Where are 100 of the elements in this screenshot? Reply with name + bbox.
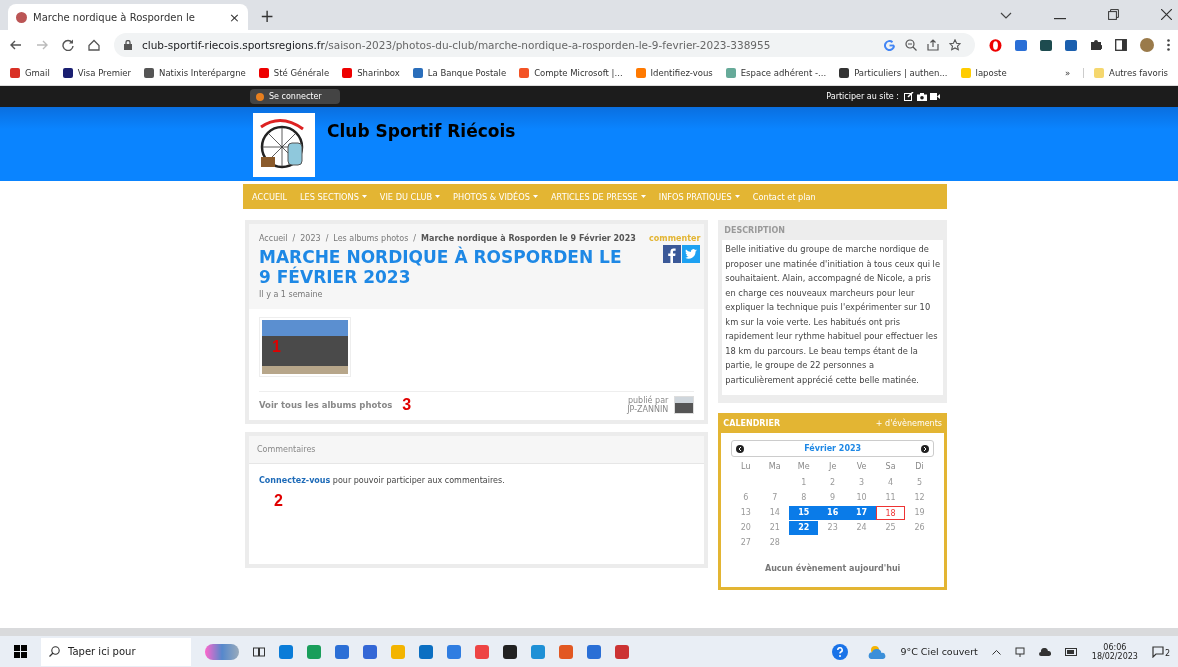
description-title: DESCRIPTION: [723, 225, 786, 237]
bookmark-item[interactable]: Gmail: [10, 67, 50, 78]
breadcrumb-link[interactable]: 2023: [300, 234, 321, 243]
bookmark-item[interactable]: Particuliers | authen...: [839, 67, 948, 78]
opera-icon[interactable]: [989, 38, 1002, 52]
bookmark-item[interactable]: laposte: [960, 67, 1007, 78]
bookmark-item[interactable]: Visa Premier: [62, 67, 132, 78]
caret-icon: [435, 195, 441, 198]
battery-icon[interactable]: [1064, 647, 1078, 656]
reload-icon[interactable]: [62, 39, 74, 51]
calendar-day: 24: [847, 521, 877, 535]
calendar-day[interactable]: 16: [818, 506, 848, 520]
start-icon[interactable]: [14, 645, 27, 658]
widget-icon[interactable]: [205, 643, 239, 660]
calendar-day: 27: [731, 536, 761, 550]
weather-text[interactable]: 9°C Ciel couvert: [900, 646, 978, 657]
puzzle-icon[interactable]: [1090, 39, 1102, 51]
notification-button[interactable]: 2: [1151, 645, 1170, 658]
zoom-out-icon[interactable]: [905, 39, 917, 51]
bookmark-item[interactable]: Sté Générale: [258, 67, 330, 78]
tab-search-icon[interactable]: [1000, 12, 1012, 20]
extension-icon[interactable]: [1065, 39, 1077, 51]
google-g-icon[interactable]: [884, 39, 895, 51]
calendar-day[interactable]: 22: [789, 521, 819, 535]
url-host: club-sportif-riecois.sportsregions.fr: [142, 39, 325, 51]
side-panel-icon[interactable]: [1115, 39, 1127, 51]
no-event-text: Aucun évènement aujourd'hui: [764, 564, 902, 573]
video-camera-icon[interactable]: [930, 93, 940, 100]
login-button[interactable]: Se connecter: [250, 89, 340, 104]
site-title[interactable]: Club Sportif Riécois: [327, 121, 516, 141]
calendar-day: 11: [876, 491, 906, 505]
bookmark-item[interactable]: Identifiez-vous: [635, 67, 713, 78]
facebook-icon[interactable]: [663, 245, 682, 263]
breadcrumb-separator: /: [292, 234, 296, 243]
cloud-icon[interactable]: [1038, 647, 1051, 656]
edit-icon[interactable]: [904, 92, 914, 101]
home-icon[interactable]: [88, 39, 100, 51]
calendar-day[interactable]: 15: [789, 506, 819, 520]
previous-month-icon[interactable]: [736, 444, 745, 453]
restore-icon[interactable]: [1108, 9, 1119, 20]
caret-icon: [532, 195, 538, 198]
breadcrumb-link[interactable]: Accueil: [259, 234, 288, 243]
bookmark-item[interactable]: La Banque Postale: [412, 67, 507, 78]
bookmark-folder[interactable]: Autres favoris: [1083, 67, 1168, 78]
bookmark-item[interactable]: Sharinbox: [342, 67, 400, 78]
taskbar-app-icon[interactable]: [503, 644, 517, 659]
weekday-label: Di: [914, 462, 925, 473]
weather-cloud-icon: [868, 644, 887, 659]
camera-icon[interactable]: [917, 92, 927, 101]
extension-icon[interactable]: [1040, 39, 1052, 51]
calendar-day: 2: [818, 476, 848, 490]
chevron-up-icon[interactable]: [991, 648, 1001, 655]
profile-avatar[interactable]: [1140, 38, 1154, 52]
star-icon[interactable]: [949, 39, 961, 51]
next-month-icon[interactable]: [921, 444, 929, 453]
caret-icon: [640, 195, 646, 198]
calendar-day: 19: [905, 506, 934, 520]
calendar-day: 23: [818, 521, 848, 535]
breadcrumb-link[interactable]: Les albums photos: [333, 234, 409, 243]
annotation-number: 1: [272, 338, 281, 356]
minimize-icon[interactable]: [1054, 18, 1066, 20]
taskbar-search-field[interactable]: Taper ici pour: [41, 637, 191, 666]
participate-label: Participer au site :: [826, 92, 899, 101]
close-icon[interactable]: [1161, 9, 1172, 20]
close-tab-button[interactable]: ×: [229, 9, 240, 25]
taskbar-clock[interactable]: 06:06 18/02/2023: [1091, 642, 1138, 661]
bookmark-item[interactable]: Natixis Interépargne: [144, 67, 246, 78]
twitter-icon[interactable]: [682, 245, 701, 263]
task-view-icon[interactable]: [253, 645, 265, 658]
bookmark-item[interactable]: Espace adhérent -...: [725, 67, 827, 78]
calendar-day: 6: [731, 491, 761, 505]
address-bar[interactable]: club-sportif-riecois.sportsregions.fr/saison-2023/photos-du-club/marche-nordique-a-rosporden-le-9-fevrier-2023-338955: [114, 33, 975, 57]
all-albums-link[interactable]: Voir tous les albums photos: [259, 400, 393, 410]
more-bookmarks-button[interactable]: »: [1064, 67, 1071, 78]
comments-login-text: Connectez-vous pour pouvoir participer aux commentaires.: [259, 476, 506, 485]
network-icon[interactable]: [1014, 646, 1025, 657]
calendar-day[interactable]: 17: [847, 506, 877, 520]
weekday-label: Ve: [855, 462, 868, 473]
more-menu-icon[interactable]: [1167, 39, 1170, 51]
club-logo-drawing: [253, 113, 315, 177]
login-link[interactable]: Connectez-vous: [259, 476, 331, 485]
browser-tab[interactable]: Marche nordique à Rosporden le ×: [8, 4, 248, 30]
calendar-day: 28: [760, 536, 790, 550]
help-icon[interactable]: [832, 643, 849, 660]
photo-placeholder[interactable]: [262, 320, 348, 374]
caret-icon: [361, 195, 367, 198]
notification-icon: [1151, 645, 1164, 658]
back-arrow-icon[interactable]: [10, 39, 22, 51]
calendar-title: CALENDRIER: [723, 418, 781, 428]
calendar-day: 8: [789, 491, 819, 505]
calendar-day: 25: [876, 521, 906, 535]
tab-title: Marche nordique à Rosporden le: [33, 11, 196, 23]
calendar-day: 3: [847, 476, 877, 490]
extension-icon[interactable]: [1015, 39, 1027, 51]
calendar-day: 21: [760, 521, 790, 535]
calendar-day: 14: [760, 506, 790, 520]
share-icon[interactable]: [927, 39, 939, 51]
new-tab-button[interactable]: +: [260, 6, 275, 26]
bookmark-item[interactable]: Compte Microsoft |...: [519, 67, 623, 78]
site-favicon-icon: [16, 11, 27, 23]
